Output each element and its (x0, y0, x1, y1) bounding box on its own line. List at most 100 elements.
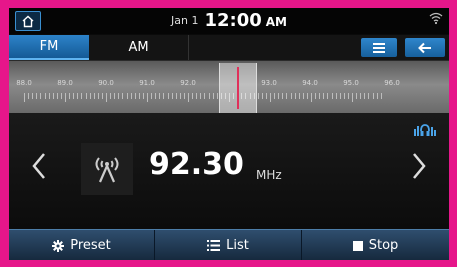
scale-tick (24, 93, 25, 102)
scale-tick (204, 93, 206, 99)
signal-icon (414, 124, 436, 136)
tuning-slider[interactable] (219, 63, 257, 113)
scale-tick (188, 93, 189, 102)
radio-screen: Jan 1 12:00 AM FM AM 88.0 89.0 90.0 91.0… (9, 8, 449, 260)
scale-tick (97, 93, 99, 99)
list-label: List (226, 238, 249, 253)
back-arrow-icon (418, 42, 431, 53)
scale-tick (356, 93, 358, 99)
scale-tick (167, 93, 169, 99)
scale-tick (52, 93, 54, 99)
antenna-icon (95, 157, 119, 183)
scale-tick (343, 93, 345, 99)
scale-tick (56, 93, 58, 99)
scale-tick (73, 93, 75, 99)
scale-tick (380, 93, 382, 99)
chevron-right-icon (413, 153, 426, 179)
scale-tick (372, 93, 374, 99)
stop-label: Stop (368, 238, 399, 253)
scale-tick (179, 93, 181, 99)
menu-button[interactable] (361, 38, 397, 57)
bottom-bar: Preset List Stop (9, 229, 449, 260)
scale-tick (339, 93, 341, 99)
tuning-needle (237, 67, 239, 109)
scale-tick (364, 93, 366, 99)
scale-label: 88.0 (16, 79, 32, 87)
scale-tick (101, 93, 103, 99)
list-button[interactable]: List (155, 230, 302, 260)
stop-icon (352, 240, 363, 251)
scale-tick (352, 93, 353, 102)
preset-label: Preset (70, 238, 111, 253)
seek-up-button[interactable] (411, 151, 427, 187)
scale-tick (106, 93, 107, 102)
scale-tick (118, 93, 120, 99)
back-button[interactable] (405, 38, 445, 57)
preset-button[interactable]: Preset (9, 230, 155, 260)
scale-tick (261, 93, 263, 99)
scale-label: 94.0 (302, 79, 318, 87)
scale-tick (282, 93, 284, 99)
scale-tick (40, 93, 42, 99)
scale-tick (290, 93, 292, 99)
scale-tick (114, 93, 116, 99)
scale-tick (151, 93, 153, 99)
scale-tick (270, 93, 271, 102)
scale-tick (171, 93, 173, 99)
scale-tick (77, 93, 79, 99)
scale-tick (196, 93, 198, 99)
ampm-label: AM (265, 15, 287, 29)
scale-tick (335, 93, 337, 99)
scale-tick (138, 93, 140, 99)
scale-tick (69, 93, 71, 99)
scale-tick (274, 93, 276, 99)
gear-icon (52, 239, 65, 252)
scale-tick (265, 93, 267, 99)
scale-tick (85, 93, 87, 99)
scale-tick (278, 93, 280, 99)
date-label: Jan 1 (171, 14, 199, 27)
scale-tick (257, 93, 259, 99)
scale-tick (89, 93, 91, 99)
station-display: 92.30 MHz (9, 113, 449, 229)
scale-tick (315, 93, 317, 99)
scale-tick (175, 93, 177, 99)
scale-tick (368, 93, 370, 99)
clock: Jan 1 12:00 AM (9, 10, 449, 31)
scale-label: 92.0 (180, 79, 196, 87)
scale-tick (155, 93, 157, 99)
scale-tick (122, 93, 124, 99)
scale-tick (130, 93, 132, 99)
scale-label: 90.0 (98, 79, 114, 87)
tab-am[interactable]: AM (89, 35, 189, 60)
frequency-value: 92.30 (149, 147, 244, 182)
scale-tick (208, 93, 210, 99)
band-tab-bar: FM AM (9, 35, 449, 61)
scale-label: 89.0 (57, 79, 73, 87)
scale-tick (331, 93, 333, 99)
scale-tick (376, 93, 378, 99)
scale-tick (327, 93, 329, 99)
station-artwork (81, 143, 133, 195)
scale-tick (60, 93, 62, 99)
scale-tick (306, 93, 308, 99)
scale-tick (32, 93, 34, 99)
scale-label: 96.0 (384, 79, 400, 87)
scale-tick (311, 93, 312, 102)
seek-down-button[interactable] (31, 151, 47, 187)
list-icon (207, 240, 221, 251)
stop-button[interactable]: Stop (302, 230, 449, 260)
scale-tick (36, 93, 38, 99)
scale-tick (323, 93, 325, 99)
scale-tick (44, 93, 46, 99)
tab-fm[interactable]: FM (9, 35, 89, 60)
scale-tick (183, 93, 185, 99)
scale-label: 95.0 (343, 79, 359, 87)
scale-tick (65, 93, 66, 102)
scale-tick (286, 93, 288, 99)
scale-tick (159, 93, 161, 99)
scale-tick (48, 93, 50, 99)
chevron-left-icon (32, 153, 45, 179)
scale-tick (110, 93, 112, 99)
scale-tick (192, 93, 194, 99)
